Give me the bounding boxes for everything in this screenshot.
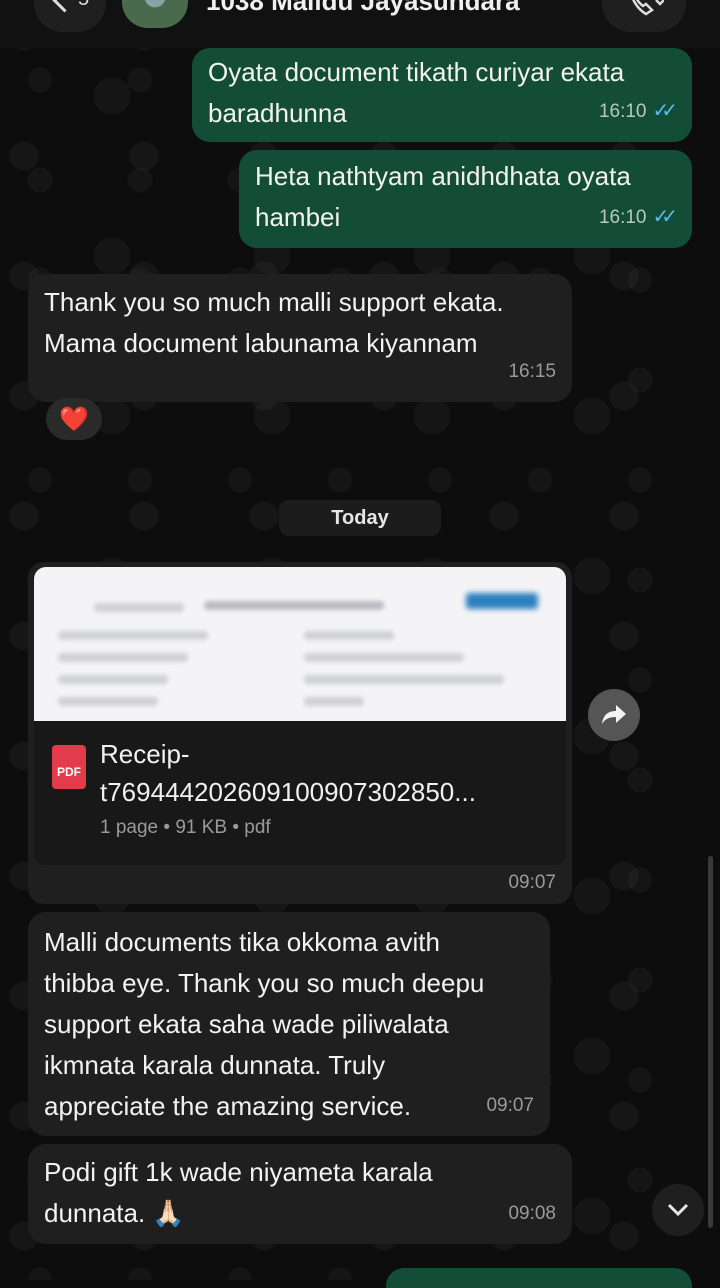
unread-count: 5	[78, 0, 89, 11]
document-details: 1 page • 91 KB • pdf	[100, 817, 271, 838]
contact-name[interactable]: 1038 Malidu Jayasundara	[206, 0, 520, 17]
chat-header: 5 1038 Malidu Jayasundara	[0, 0, 720, 48]
incoming-message[interactable]: Malli documents tika okkoma avith thibba…	[28, 912, 550, 1136]
message-time: 16:10	[598, 101, 647, 122]
chevron-down-icon	[667, 1203, 689, 1217]
pdf-file-icon: PDF	[52, 745, 86, 789]
avatar[interactable]	[122, 0, 188, 28]
message-time: 09:07	[508, 872, 556, 893]
double-check-icon: ✓✓	[652, 206, 677, 228]
document-message[interactable]: PDF Receip-t769444202609100907302850... …	[28, 562, 572, 904]
message-meta: 16:10 ✓✓	[598, 91, 678, 132]
outgoing-message[interactable]: Oyata document tikath curiyar ekata bara…	[192, 48, 692, 142]
message-time: 16:15	[508, 361, 556, 382]
message-meta: 16:15	[508, 351, 556, 392]
message-meta: 16:10 ✓✓	[598, 197, 678, 238]
incoming-message[interactable]: Podi gift 1k wade niyameta karala dunnat…	[28, 1144, 572, 1244]
message-time: 16:10	[598, 207, 647, 228]
chevron-left-icon	[52, 0, 77, 13]
scrollbar[interactable]	[708, 856, 713, 1228]
message-text: Malli documents tika okkoma avith thibba…	[44, 927, 485, 1121]
back-button[interactable]: 5	[34, 0, 106, 32]
call-button[interactable]	[602, 0, 686, 32]
message-text: Podi gift 1k wade niyameta karala dunnat…	[44, 1157, 433, 1228]
outgoing-message[interactable]: Heta nathtyam anidhdhata oyata hambei 16…	[239, 150, 692, 248]
message-meta: 09:08	[508, 1193, 556, 1234]
date-divider: Today	[279, 500, 441, 536]
next-outgoing-message-edge	[386, 1268, 692, 1288]
double-check-icon: ✓✓	[652, 100, 677, 122]
message-time: 09:08	[508, 1203, 556, 1224]
message-meta: 09:07	[486, 1085, 534, 1126]
document-info[interactable]: PDF Receip-t769444202609100907302850... …	[34, 721, 566, 865]
forward-button[interactable]	[588, 689, 640, 741]
document-name: Receip-t769444202609100907302850...	[100, 739, 476, 807]
forward-icon	[602, 705, 626, 724]
message-time: 09:07	[486, 1095, 534, 1116]
scroll-to-bottom-button[interactable]	[652, 1184, 704, 1236]
phone-icon	[632, 0, 664, 16]
heart-reaction[interactable]: ❤️	[46, 398, 102, 440]
incoming-message[interactable]: Thank you so much malli support ekata. M…	[28, 274, 572, 402]
document-preview[interactable]	[34, 567, 566, 721]
message-text: Thank you so much malli support ekata. M…	[44, 287, 504, 358]
